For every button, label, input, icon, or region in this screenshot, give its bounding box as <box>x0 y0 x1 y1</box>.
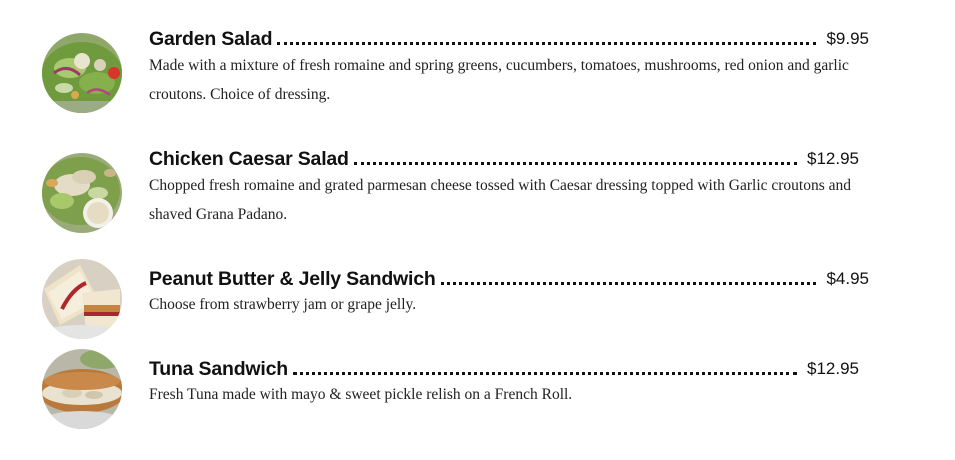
dotted-leader <box>277 42 817 45</box>
item-title-row: Peanut Butter & Jelly Sandwich $4.95 <box>149 264 869 292</box>
item-price: $4.95 <box>826 269 869 288</box>
item-title-row: Tuna Sandwich $12.95 <box>149 354 859 382</box>
dotted-leader <box>440 282 817 285</box>
item-price: $9.95 <box>826 29 869 48</box>
item-description: Fresh Tuna made with mayo & sweet pickle… <box>149 386 573 403</box>
item-name: Tuna Sandwich <box>149 358 288 380</box>
dotted-leader <box>292 372 797 375</box>
item-description: Made with a mixture of fresh romaine and… <box>149 57 849 103</box>
item-description: Chopped fresh romaine and grated parmesa… <box>149 177 852 223</box>
item-title-row: Chicken Caesar Salad $12.95 <box>149 144 859 172</box>
item-price: $12.95 <box>807 149 859 168</box>
pbj-sandwich-photo-icon <box>42 259 122 339</box>
item-name: Garden Salad <box>149 28 273 50</box>
item-name: Peanut Butter & Jelly Sandwich <box>149 268 436 290</box>
item-name: Chicken Caesar Salad <box>149 148 349 170</box>
item-description: Choose from strawberry jam or grape jell… <box>149 296 417 313</box>
dotted-leader <box>353 162 797 165</box>
item-price: $12.95 <box>807 359 859 378</box>
chicken-caesar-salad-photo-icon <box>42 153 122 233</box>
garden-salad-photo-icon <box>42 33 122 113</box>
tuna-sandwich-photo-icon <box>42 349 122 429</box>
item-title-row: Garden Salad $9.95 <box>149 24 869 52</box>
